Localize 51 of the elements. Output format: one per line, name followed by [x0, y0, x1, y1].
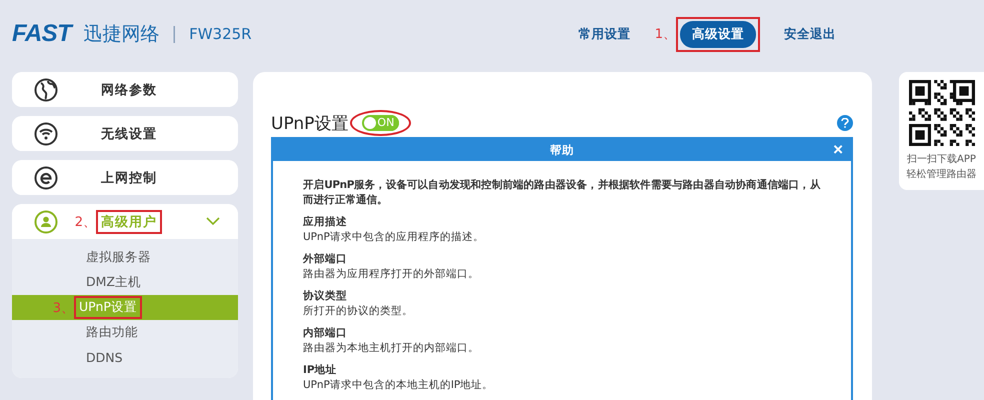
help-icon[interactable] — [837, 115, 853, 131]
qr-caption: 扫一扫下载APP — [907, 152, 976, 167]
sidebar-item-label: 网络参数 — [100, 82, 158, 100]
step-annotation: 1、 — [654, 26, 676, 43]
nav-tab[interactable]: 常用设置 — [572, 20, 637, 48]
sidebar-item[interactable]: 上网控制 — [12, 160, 238, 195]
help-intro: 开启UPnP服务，设备可以自动发现和控制前端的路由器设备，并根据软件需要与路由器自动协商通信端口，从而进行正常通信。 — [303, 178, 822, 208]
sidebar-item[interactable]: 2、 高级用户 虚拟服务器 DMZ主机 3、 UPnP设置 路由功能 DDNS — [12, 204, 238, 378]
close-button[interactable]: × — [831, 141, 845, 159]
help-description: 路由器为本地主机打开的内部端口。 — [303, 341, 480, 356]
user-icon — [34, 210, 58, 234]
sidebar-item[interactable]: 无线设置 — [12, 116, 238, 151]
submenu-label: 虚拟服务器 — [85, 248, 152, 266]
sidebar-item[interactable]: 网络参数 — [12, 72, 238, 107]
model-name: FW325R — [189, 25, 252, 43]
submenu-label: DMZ主机 — [85, 273, 142, 291]
toggle-on-fill: ON — [376, 115, 400, 131]
nav-tab[interactable]: 安全退出 — [778, 20, 842, 48]
sidebar-item-label: 上网控制 — [100, 170, 158, 188]
submenu-row[interactable]: DDNS — [12, 345, 238, 370]
qr-code — [908, 80, 974, 146]
nav-tab[interactable]: 高级设置 — [680, 20, 756, 48]
help-description: 路由器为应用程序打开的外部端口。 — [303, 267, 480, 282]
brand-name: 迅捷网络 — [83, 22, 160, 47]
submenu-label: UPnP设置 — [74, 296, 142, 319]
submenu-row[interactable]: 虚拟服务器 — [12, 245, 238, 270]
e-letter-icon — [34, 166, 58, 190]
submenu-label: 路由功能 — [85, 323, 139, 341]
chevron-down-icon — [206, 217, 220, 226]
submenu-row[interactable]: DMZ主机 — [12, 270, 238, 295]
step-annotation: 2、 — [74, 214, 96, 230]
step-annotation: 3、 — [52, 300, 74, 316]
sidebar-item-label: 高级用户 — [96, 210, 162, 234]
help-term: 应用描述 — [303, 215, 348, 230]
globe-icon — [34, 78, 58, 102]
help-term: 外部端口 — [303, 252, 348, 267]
help-description: UPnP请求中包含的应用程序的描述。 — [303, 230, 485, 245]
submenu-row[interactable]: 路由功能 — [12, 320, 238, 345]
submenu-label: DDNS — [85, 349, 124, 367]
page-title: UPnP设置 — [271, 112, 348, 134]
help-term: 内部端口 — [303, 326, 348, 341]
sidebar-item-label: 无线设置 — [100, 126, 158, 144]
help-term: 协议类型 — [303, 289, 348, 304]
separator: | — [171, 24, 178, 44]
help-description: 所打开的协议的类型。 — [303, 304, 414, 319]
wifi-icon — [34, 122, 58, 146]
dialog-title: 帮助 — [550, 142, 574, 158]
qr-caption: 轻松管理路由器 — [906, 168, 976, 182]
help-description: UPnP请求中包含的本地主机的IP地址。 — [303, 378, 494, 393]
logo: FAST — [12, 20, 72, 48]
help-term: IP地址 — [303, 363, 338, 378]
